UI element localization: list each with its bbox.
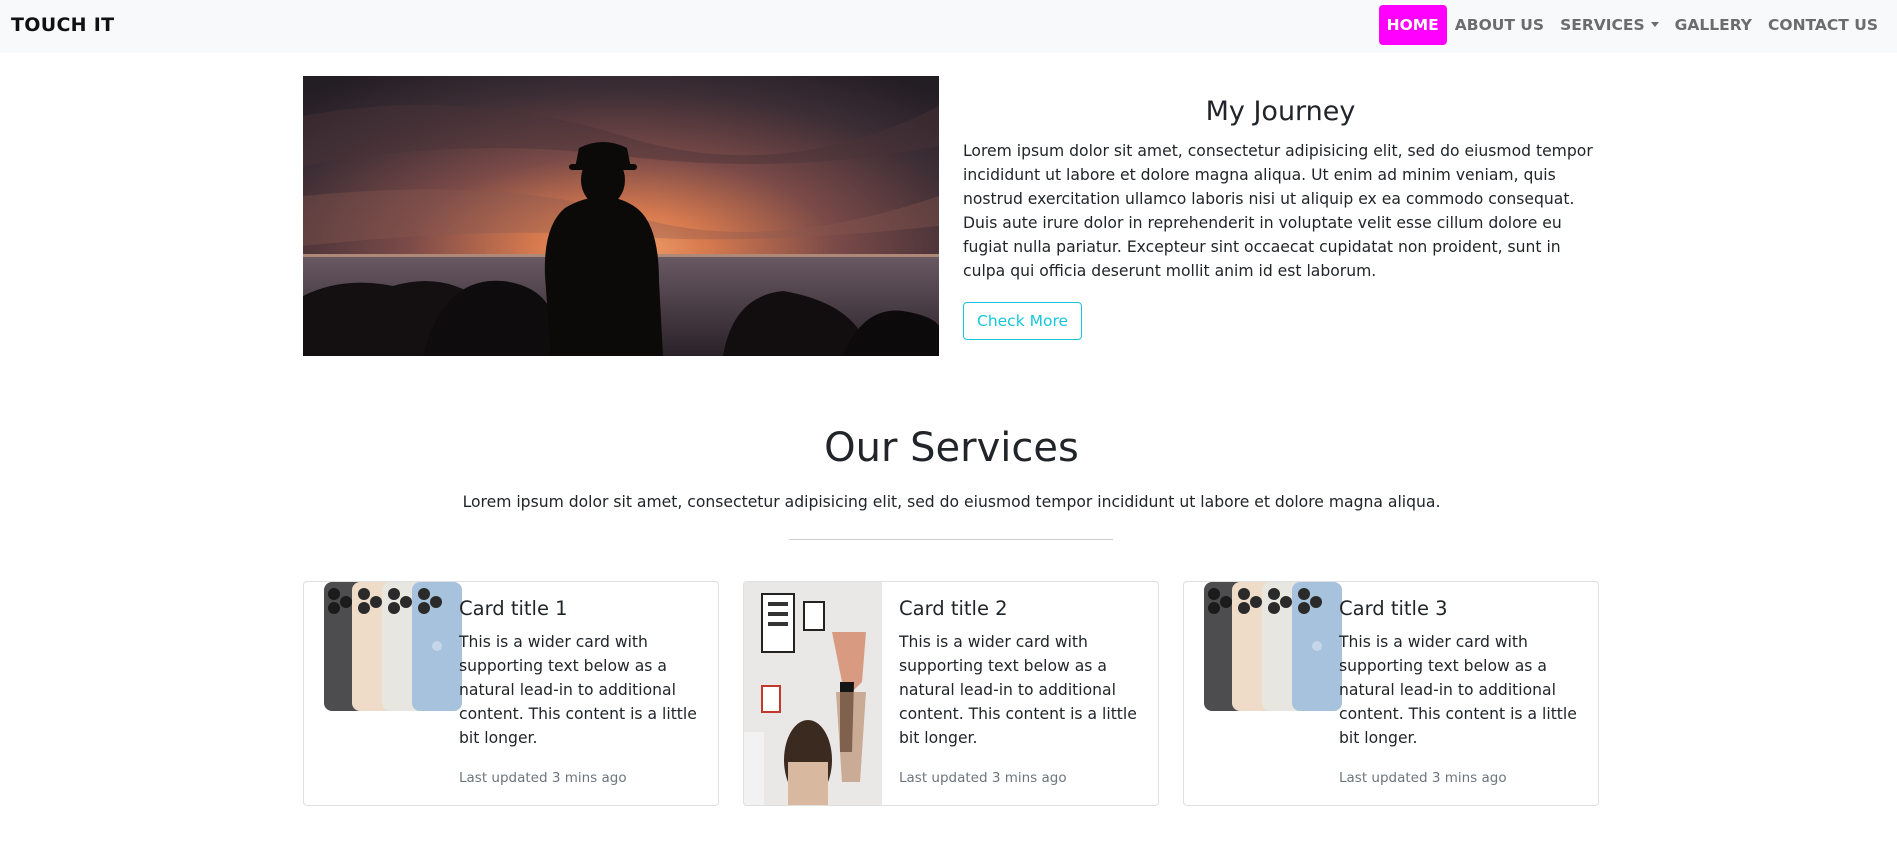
hero-text-block: My Journey Lorem ipsum dolor sit amet, c… (963, 96, 1598, 283)
nav-contact-us[interactable]: CONTACT US (1760, 5, 1886, 45)
navbar: TOUCH IT HOME ABOUT US SERVICES GALLERY … (0, 0, 1897, 53)
nav-services-label: SERVICES (1560, 16, 1645, 34)
services-subtitle: Lorem ipsum dolor sit amet, consectetur … (462, 493, 1441, 511)
card-title: Card title 2 (899, 597, 1008, 620)
card-image-phones (1204, 582, 1342, 712)
card-image-phones (324, 582, 462, 712)
check-more-button[interactable]: Check More (963, 302, 1083, 340)
service-card-2: Card title 2 This is a wider card with s… (743, 581, 1159, 806)
card-title: Card title 1 (459, 597, 568, 620)
brand-logo[interactable]: TOUCH IT (11, 14, 114, 36)
card-title: Card title 3 (1339, 597, 1448, 620)
nav-home[interactable]: HOME (1378, 5, 1447, 45)
nav-services-dropdown[interactable]: SERVICES (1552, 5, 1667, 45)
nav-about-us[interactable]: ABOUT US (1447, 5, 1552, 45)
card-meta: Last updated 3 mins ago (899, 770, 1067, 786)
services-title: Our Services (824, 425, 1079, 471)
service-card-3: Card title 3 This is a wider card with s… (1183, 581, 1599, 806)
nav-links: HOME ABOUT US SERVICES GALLERY CONTACT U… (1378, 5, 1886, 45)
card-meta: Last updated 3 mins ago (459, 770, 627, 786)
card-meta: Last updated 3 mins ago (1339, 770, 1507, 786)
card-text: This is a wider card with supporting tex… (1339, 633, 1577, 747)
nav-gallery[interactable]: GALLERY (1667, 5, 1760, 45)
section-divider (789, 539, 1113, 540)
card-text: This is a wider card with supporting tex… (899, 633, 1137, 747)
caret-down-icon (1650, 22, 1659, 27)
hero-title: My Journey (1205, 96, 1356, 127)
hero-image-sunset-silhouette (303, 76, 939, 356)
service-card-1: Card title 1 This is a wider card with s… (303, 581, 719, 806)
hero-body: Lorem ipsum dolor sit amet, consectetur … (963, 142, 1593, 280)
card-image-wall-art (744, 582, 882, 805)
card-text: This is a wider card with supporting tex… (459, 633, 697, 747)
